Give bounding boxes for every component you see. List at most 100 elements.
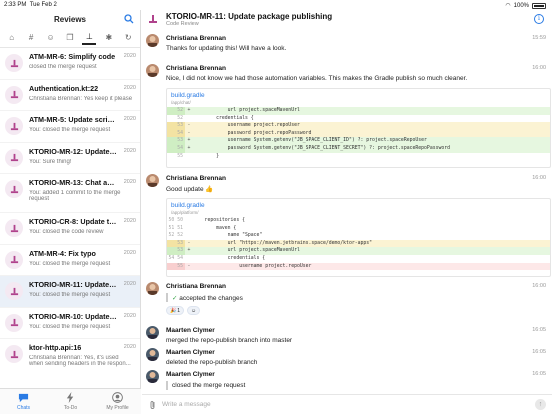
message-input[interactable]: Write a message — [162, 401, 211, 408]
conversation-title: Authentication.kt:22 — [29, 83, 99, 93]
conversation-item[interactable]: ktor-http.api:16 2020 Christiana Brennan: … — [0, 339, 140, 374]
profile-icon — [112, 392, 123, 403]
conversation-item[interactable]: KTORIO-MR-13: Chat appli... 2020 You: adde… — [0, 174, 140, 213]
code-text: } — [193, 153, 219, 159]
code-text: url project.spaceMavenUrl — [193, 248, 300, 254]
paperclip-icon[interactable] — [148, 400, 157, 410]
code-line: 53 + url project.spaceMavenUrl — [167, 247, 550, 255]
conversation-item[interactable]: KTORIO-MR-11: Update pa... 2020 You: close… — [0, 276, 140, 308]
conversation-preview: You: closed the merge request — [29, 292, 111, 298]
conversation-title: KTORIO-MR-11: Update pa... — [29, 280, 117, 289]
hash-filter-icon[interactable]: # — [24, 31, 38, 45]
message-author: Christiana Brennan — [166, 175, 226, 182]
line-number: 53 — [167, 137, 185, 145]
diff-marker: - — [187, 263, 191, 269]
code-line: 52 credentials { — [167, 115, 550, 123]
add-reaction-button[interactable]: ☺ — [187, 306, 201, 315]
history-filter-icon[interactable]: ↻ — [121, 31, 135, 45]
merge-request-icon — [5, 180, 23, 198]
home-filter-icon[interactable]: ⌂ — [5, 31, 19, 45]
conversation-item[interactable]: ATM-MR-4: Fix typo 2020 You: closed the me… — [0, 245, 140, 276]
conversation-item[interactable]: ATM-MR-5: Update script... 2020 You: close… — [0, 111, 140, 143]
message-composer: Write a message ↑ — [142, 394, 552, 414]
status-time: 2:33 PM Tue Feb 2 — [4, 2, 57, 8]
copy-filter-icon[interactable]: ❐ — [63, 31, 77, 45]
reaction-chip[interactable]: 🎉 1 — [166, 306, 185, 315]
conversation-title: KTORIO-MR-13: Chat appli... — [29, 178, 117, 187]
main-panel: KTORIO-MR-11: Update package publishing … — [142, 10, 552, 414]
message-text: deleted the repo-publish branch — [166, 359, 258, 366]
line-number: 54 54 — [168, 255, 183, 261]
code-text: username project.repoUser — [193, 263, 312, 269]
code-line: 54- password project.repoPassword — [167, 129, 550, 138]
line-number: 55 — [167, 262, 185, 271]
check-icon: ✓ — [172, 295, 178, 302]
tab-my-profile[interactable]: My Profile — [98, 392, 138, 414]
status-bar: 2:33 PM Tue Feb 2 ◠ 100% — [0, 0, 552, 10]
merge-request-icon — [5, 250, 23, 269]
message-author: Christiana Brennan — [166, 65, 226, 72]
message-time: 15:59 — [532, 35, 546, 41]
conversation-date: 2020 — [123, 281, 136, 287]
tab-chats[interactable]: Chats — [4, 392, 44, 414]
diff-marker — [185, 115, 193, 123]
message-author: Maarten Clymer — [166, 349, 215, 356]
message: Maarten Clymer 16:05 merged the repo-pub… — [146, 326, 546, 346]
code-review-filter-icon[interactable]: ⊥ — [82, 31, 97, 45]
code-text: credentials { — [193, 115, 254, 121]
conversation-item[interactable]: KTORIO-CR-8: Update to... 2020 You: closed… — [0, 213, 140, 245]
sidebar-header: Reviews — [0, 10, 140, 28]
conversation-title: ATM-MR-4: Fix typo — [29, 248, 96, 258]
send-button[interactable]: ↑ — [535, 399, 546, 410]
code-line: 52 52 name "Space" — [167, 232, 550, 240]
conversation-title: ATM-MR-5: Update script... — [29, 115, 117, 124]
diff-marker: + — [187, 145, 191, 151]
tab-bar: Chats To-Do My Profile — [0, 388, 141, 414]
person-filter-icon[interactable]: ☺ — [44, 31, 58, 45]
search-icon[interactable] — [124, 14, 134, 24]
tab-todo[interactable]: To-Do — [51, 392, 91, 414]
code-snippet[interactable]: build.gradle /app/platform/ 50 50 reposi… — [166, 198, 551, 277]
message-thread: Christiana Brennan 15:59 Thanks for upda… — [142, 30, 552, 394]
diff-marker — [185, 225, 193, 233]
code-line: 51 51 maven { — [167, 225, 550, 233]
conversation-item[interactable]: ATM-MR-6: Simplify code 2020 closed the me… — [0, 48, 140, 80]
diff-marker — [185, 255, 193, 263]
sidebar-title: Reviews — [53, 15, 87, 24]
message-time: 16:00 — [532, 65, 546, 71]
message-text: Nice, I did not know we had those automa… — [166, 75, 468, 82]
code-text: url project.spaceMavenUrl — [193, 108, 300, 113]
conversation-date: 2020 — [123, 147, 136, 154]
code-snippet[interactable]: build.gradle /app/chat/ 52 + url project.… — [166, 88, 551, 168]
code-text: username System.getenv("JB_SPACE_CLIENT_… — [193, 138, 427, 144]
line-number: 52 — [167, 107, 185, 115]
reactions: 🎉 1 ☺ — [166, 306, 201, 315]
message: Christiana Brennan 16:00 ✓ accepted the … — [146, 282, 546, 322]
diff-marker — [185, 217, 193, 225]
conversation-title: ktor-http.api:16 — [29, 343, 82, 352]
message: Christiana Brennan 16:00 Good update 👍 b… — [146, 174, 551, 284]
code-file-name[interactable]: build.gradle — [167, 199, 550, 210]
line-number: 52 — [177, 115, 183, 121]
tab-label: My Profile — [106, 405, 129, 411]
code-line: 55 } — [167, 153, 550, 161]
diff-marker: - — [187, 240, 191, 246]
conversation-item[interactable]: Authentication.kt:22 2020 Christiana Brenn… — [0, 80, 140, 111]
line-number: 55 — [177, 153, 183, 159]
conversation-title: KTORIO-MR-10: Updates t... — [29, 311, 117, 321]
diff-marker — [185, 232, 193, 240]
star-filter-icon[interactable]: ✱ — [102, 31, 116, 45]
message-time: 16:05 — [532, 371, 546, 377]
conversation-item[interactable]: KTORIO-MR-12: Update ni... 2020 You: Sure … — [0, 143, 140, 174]
conversation-preview: You: closed the merge request — [29, 260, 111, 267]
code-file-name[interactable]: build.gradle — [167, 89, 550, 100]
conversation-item[interactable]: KTORIO-MR-10: Updates t... 2020 You: close… — [0, 308, 140, 339]
conversation-list: ATM-MR-6: Simplify code 2020 closed the me… — [0, 48, 140, 374]
message: Maarten Clymer 16:05 closed the merge re… — [146, 370, 546, 394]
info-icon[interactable]: i — [534, 14, 544, 24]
diff-marker — [185, 153, 193, 161]
message-author: Christiana Brennan — [166, 35, 226, 42]
code-text: repositories { — [193, 218, 245, 223]
message: Maarten Clymer 16:05 deleted the repo-pu… — [146, 348, 546, 368]
message-author: Maarten Clymer — [166, 327, 215, 334]
